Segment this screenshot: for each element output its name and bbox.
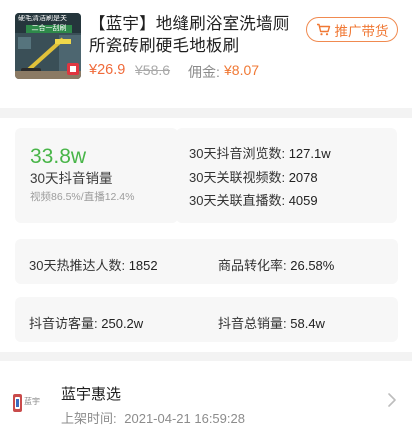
stat-lives: 30天关联直播数: 4059	[189, 190, 318, 209]
stat-visitors: 抖音访客量: 250.2w	[29, 313, 143, 332]
section-divider	[0, 108, 412, 118]
stat-views-value: 127.1w	[288, 146, 331, 161]
stat-lives-value: 4059	[288, 193, 318, 208]
stat-conversion-value: 26.58%	[290, 258, 335, 273]
product-title[interactable]: 【蓝宇】地缝刷浴室洗墙厕所瓷砖刷硬毛地板刷	[89, 13, 303, 57]
stat-total-sales-label: 抖音总销量:	[218, 316, 287, 331]
stat-views-label: 30天抖音浏览数:	[189, 146, 286, 161]
listed-label: 上架时间:	[61, 411, 117, 426]
stat-videos-label: 30天关联视频数:	[189, 170, 286, 185]
stat-videos: 30天关联视频数: 2078	[189, 167, 318, 186]
commission-label: 佣金:	[188, 64, 220, 80]
listed-time: 2021-04-21 16:59:28	[124, 411, 245, 426]
stat-total-sales: 抖音总销量: 58.4w	[218, 313, 325, 332]
sales-label: 30天抖音销量	[30, 171, 113, 186]
listed-time-row: 上架时间: 2021-04-21 16:59:28	[61, 408, 245, 427]
stat-videos-value: 2078	[288, 170, 318, 185]
original-price: ¥58.6	[135, 62, 171, 78]
stat-visitors-label: 抖音访客量:	[29, 316, 98, 331]
shop-logo: 蓝宇	[12, 391, 48, 415]
sales-value: 33.8w	[30, 145, 87, 168]
promote-button-label: 推广带货	[334, 23, 389, 39]
product-header[interactable]: 硬毛清洁刷是关 二合一刮刷 【蓝宇】地缝刷浴室洗墙厕所瓷砖刷硬毛地板刷 推广带货…	[0, 0, 412, 102]
stat-influencers-value: 1852	[128, 258, 158, 273]
stat-influencers: 30天热推达人数: 1852	[29, 255, 158, 274]
stat-conversion-label: 商品转化率:	[218, 258, 287, 273]
stat-total-sales-value: 58.4w	[290, 316, 325, 331]
thumb-caption-top: 硬毛清洁刷是关	[18, 15, 67, 22]
current-price: ¥26.9	[89, 62, 126, 78]
shop-name[interactable]: 蓝宇惠选	[61, 383, 121, 404]
sales-split: 视频86.5%/直播12.4%	[30, 191, 135, 203]
section-divider-2	[0, 352, 412, 361]
stat-influencers-label: 30天热推达人数:	[29, 258, 126, 273]
shop-logo-text: 蓝宇	[24, 397, 40, 406]
commission-value: ¥8.07	[224, 62, 260, 78]
cart-icon	[316, 23, 330, 36]
thumb-caption-mid: 二合一刮刷	[26, 25, 72, 33]
product-thumbnail[interactable]: 硬毛清洁刷是关 二合一刮刷	[15, 13, 81, 79]
shop-row[interactable]: 蓝宇 蓝宇惠选 上架时间: 2021-04-21 16:59:28	[0, 362, 412, 438]
chevron-right-icon[interactable]	[387, 392, 397, 408]
promote-button[interactable]: 推广带货	[306, 17, 398, 42]
stat-conversion: 商品转化率: 26.58%	[218, 255, 334, 274]
stat-visitors-value: 250.2w	[101, 316, 144, 331]
stat-lives-label: 30天关联直播数:	[189, 193, 286, 208]
stat-views: 30天抖音浏览数: 127.1w	[189, 143, 331, 162]
